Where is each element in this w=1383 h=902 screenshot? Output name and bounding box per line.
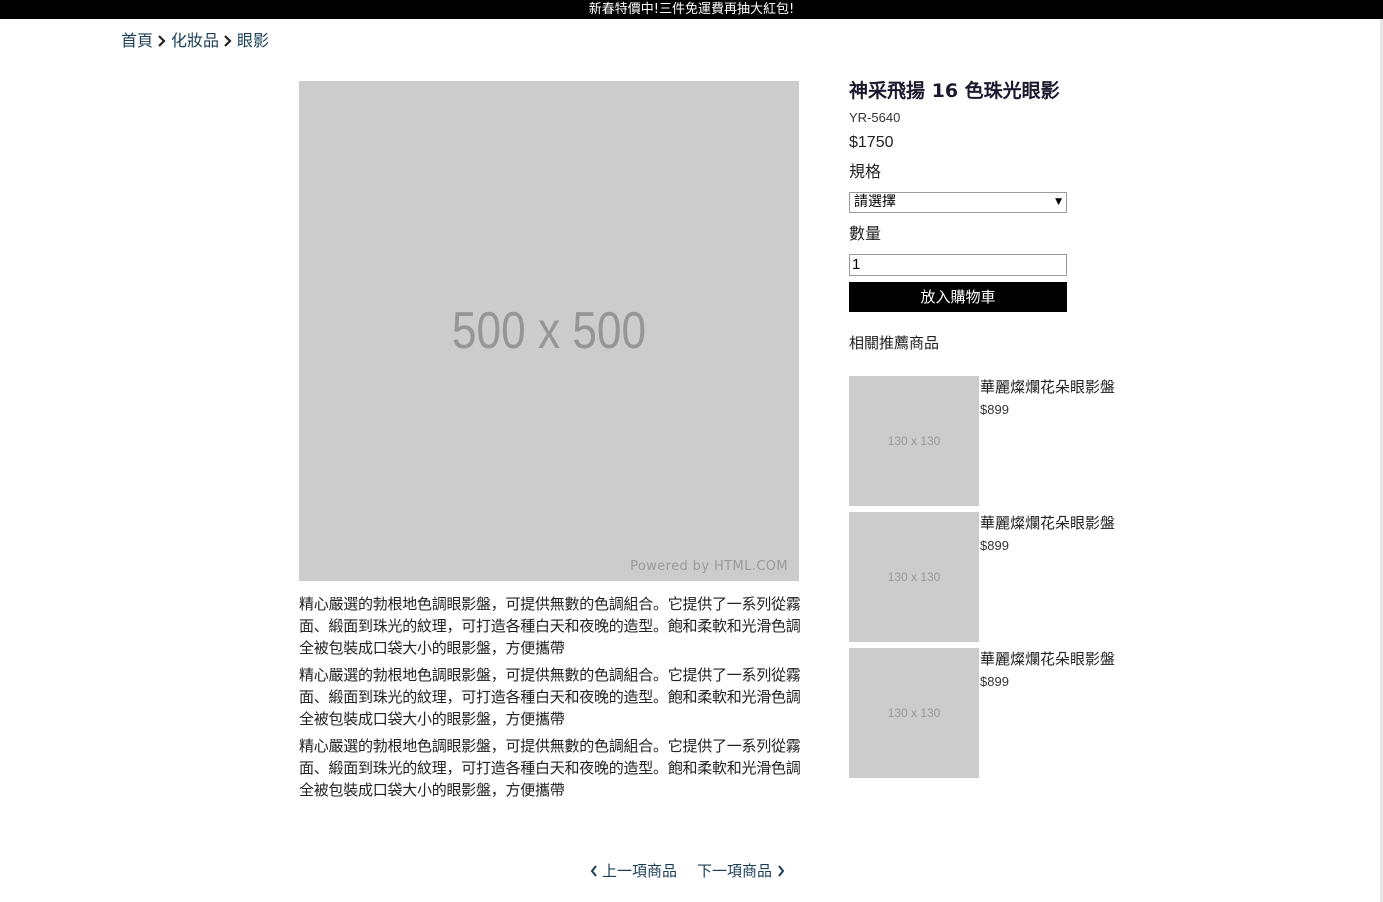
- next-product-link[interactable]: 下一項商品: [697, 860, 786, 882]
- spec-select[interactable]: 請選擇 ▼: [849, 192, 1067, 213]
- related-product-price: $899: [980, 538, 1009, 553]
- description-paragraph: 精心嚴選的勃根地色調眼影盤，可提供無數的色調組合。它提供了一系列從霧面、緞面到珠…: [299, 737, 801, 799]
- breadcrumb: 首頁 化妝品 眼影: [121, 30, 269, 52]
- related-product-name[interactable]: 華麗燦爛花朵眼影盤: [980, 376, 1115, 398]
- next-product-label: 下一項商品: [697, 862, 773, 880]
- product-sku: YR-5640: [849, 110, 901, 125]
- breadcrumb-eyeshadow-link[interactable]: 眼影: [237, 30, 269, 52]
- related-product-price: $899: [980, 674, 1009, 689]
- quantity-label: 數量: [849, 224, 882, 243]
- related-product-name[interactable]: 華麗燦爛花朵眼影盤: [980, 648, 1115, 670]
- product-pager: 上一項商品 下一項商品: [589, 860, 786, 882]
- related-product-item[interactable]: 130 x 130 華麗燦爛花朵眼影盤 $899: [849, 512, 1139, 642]
- announcement-text: 新春特價中!三件免運費再抽大紅包!: [588, 2, 795, 17]
- spec-label: 規格: [849, 162, 882, 181]
- chevron-right-icon: [776, 860, 786, 882]
- breadcrumb-cosmetics-link[interactable]: 化妝品: [171, 30, 219, 52]
- product-price: $1750: [849, 134, 894, 151]
- related-products-title: 相關推薦商品: [849, 334, 940, 352]
- related-product-thumbnail[interactable]: 130 x 130: [849, 648, 979, 778]
- product-title: 神采飛揚 16 色珠光眼影: [849, 80, 1060, 102]
- image-placeholder-text: 500 x 500: [451, 302, 647, 360]
- prev-product-link[interactable]: 上一項商品: [589, 860, 677, 882]
- related-product-thumbnail[interactable]: 130 x 130: [849, 512, 979, 642]
- chevron-right-icon: [222, 30, 234, 52]
- related-product-thumbnail[interactable]: 130 x 130: [849, 376, 979, 506]
- product-main-image: 500 x 500 Powered by HTML.COM: [299, 81, 799, 581]
- caret-down-icon: ▼: [1055, 197, 1062, 207]
- add-to-cart-button[interactable]: 放入購物車: [849, 282, 1067, 312]
- related-product-name[interactable]: 華麗燦爛花朵眼影盤: [980, 512, 1115, 534]
- related-product-price: $899: [980, 402, 1009, 417]
- prev-product-label: 上一項商品: [602, 862, 678, 880]
- related-product-item[interactable]: 130 x 130 華麗燦爛花朵眼影盤 $899: [849, 648, 1139, 778]
- quantity-input[interactable]: 1: [849, 254, 1067, 276]
- chevron-left-icon: [589, 860, 599, 882]
- product-info: 神采飛揚 16 色珠光眼影 YR-5640 $1750 規格 請選擇 ▼ 數量 …: [849, 78, 1079, 354]
- announcement-bar: 新春特價中!三件免運費再抽大紅包!: [0, 0, 1383, 19]
- image-watermark: Powered by HTML.COM: [630, 559, 788, 574]
- breadcrumb-home-link[interactable]: 首頁: [121, 30, 153, 52]
- related-product-item[interactable]: 130 x 130 華麗燦爛花朵眼影盤 $899: [849, 376, 1139, 506]
- description-paragraph: 精心嚴選的勃根地色調眼影盤，可提供無數的色調組合。它提供了一系列從霧面、緞面到珠…: [299, 666, 801, 728]
- description-paragraph: 精心嚴選的勃根地色調眼影盤，可提供無數的色調組合。它提供了一系列從霧面、緞面到珠…: [299, 595, 801, 657]
- spec-select-value: 請選擇: [854, 194, 896, 210]
- product-description: 精心嚴選的勃根地色調眼影盤，可提供無數的色調組合。它提供了一系列從霧面、緞面到珠…: [299, 593, 801, 806]
- chevron-right-icon: [156, 30, 168, 52]
